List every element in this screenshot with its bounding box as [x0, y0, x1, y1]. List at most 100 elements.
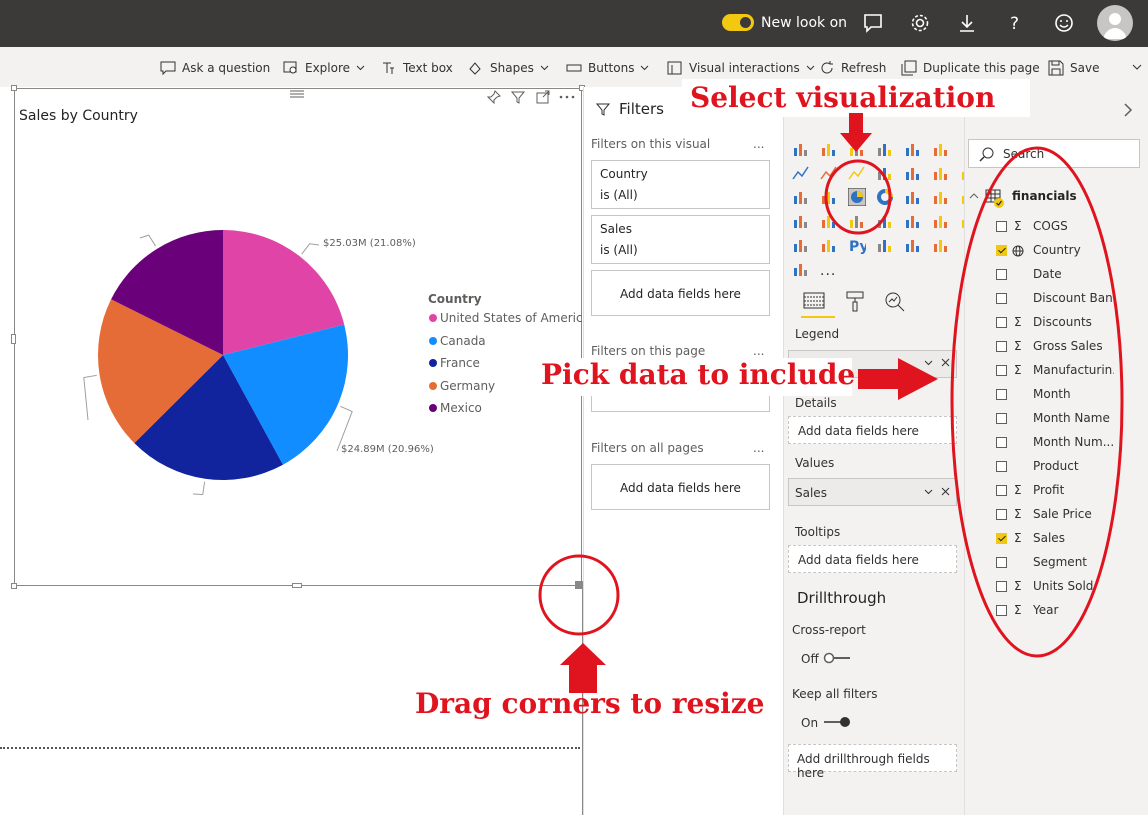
gear-icon[interactable] [909, 12, 931, 34]
visual-interactions-button[interactable]: Visual interactions [667, 60, 815, 76]
scatter-visual-icon[interactable] [820, 188, 838, 206]
field-checkbox[interactable] [996, 389, 1007, 400]
key-influencers-visual-icon[interactable] [876, 236, 894, 254]
field-item[interactable]: Segment [996, 555, 1114, 571]
field-item[interactable]: Σ COGS [996, 219, 1114, 235]
field-item[interactable]: Month Name [996, 411, 1114, 427]
details-well-drop[interactable]: Add data fields here [788, 416, 957, 444]
kpi-visual-icon[interactable] [904, 212, 922, 230]
map-visual-icon[interactable] [932, 188, 950, 206]
filters-visual-more[interactable]: ... [753, 137, 764, 151]
keep-filters-toggle[interactable] [821, 715, 853, 729]
tooltips-well-drop[interactable]: Add data fields here [788, 545, 957, 573]
close-icon[interactable] [941, 487, 950, 496]
new-look-toggle[interactable] [722, 14, 754, 31]
stacked-area-visual-icon[interactable] [848, 164, 866, 182]
field-checkbox[interactable] [996, 245, 1007, 256]
field-item[interactable]: Σ Units Sold [996, 579, 1114, 595]
pie-visual-icon[interactable] [848, 188, 866, 206]
field-checkbox[interactable] [996, 293, 1007, 304]
card-visual-icon[interactable] [848, 212, 866, 230]
avatar[interactable] [1097, 5, 1133, 41]
legend-item[interactable]: Germany [429, 379, 495, 393]
line-visual-icon[interactable] [792, 164, 810, 182]
table-name[interactable]: financials [1012, 189, 1077, 203]
field-checkbox[interactable] [996, 605, 1007, 616]
field-checkbox[interactable] [996, 533, 1007, 544]
add-all-pages-filter-field[interactable]: Add data fields here [591, 464, 770, 510]
globe-map-visual-icon[interactable] [792, 260, 810, 278]
refresh-button[interactable]: Refresh [819, 60, 886, 76]
fields-tab-icon[interactable] [803, 291, 825, 311]
field-item[interactable]: Date [996, 267, 1114, 283]
stacked-bar-visual-icon[interactable] [792, 140, 810, 158]
legend-item[interactable]: United States of America [429, 311, 590, 325]
field-item[interactable]: Σ Year [996, 603, 1114, 619]
ribbon-visual-icon[interactable] [932, 164, 950, 182]
help-icon[interactable]: ? [1004, 12, 1026, 34]
chevron-down-icon[interactable] [924, 360, 933, 366]
field-checkbox[interactable] [996, 317, 1007, 328]
chevron-up-icon[interactable] [969, 192, 979, 200]
field-item[interactable]: Σ Gross Sales [996, 339, 1114, 355]
line-column-visual-icon[interactable] [876, 164, 894, 182]
close-icon[interactable] [941, 358, 950, 367]
chevron-down-icon[interactable] [924, 489, 933, 495]
collapse-pane-chevron-icon[interactable] [1123, 103, 1133, 117]
slicer-visual-icon[interactable] [932, 212, 950, 230]
stacked-column-visual-icon[interactable] [820, 140, 838, 158]
100-column-visual-icon[interactable] [932, 140, 950, 158]
field-item[interactable]: Σ Discounts [996, 315, 1114, 331]
field-item[interactable]: Σ Profit [996, 483, 1114, 499]
field-item[interactable]: Month [996, 387, 1114, 403]
field-checkbox[interactable] [996, 485, 1007, 496]
matrix-visual-icon[interactable] [792, 236, 810, 254]
pie-chart[interactable] [0, 0, 583, 600]
field-item[interactable]: Month Num... [996, 435, 1114, 451]
field-checkbox[interactable] [996, 221, 1007, 232]
field-checkbox[interactable] [996, 461, 1007, 472]
add-visual-filter-field[interactable]: Add data fields here [591, 270, 770, 316]
legend-item[interactable]: Mexico [429, 401, 482, 415]
field-checkbox[interactable] [996, 557, 1007, 568]
download-icon[interactable] [956, 12, 978, 34]
multi-card-visual-icon[interactable] [876, 212, 894, 230]
field-item[interactable]: Σ Sale Price [996, 507, 1114, 523]
field-checkbox[interactable] [996, 581, 1007, 592]
r-visual-visual-icon[interactable] [820, 236, 838, 254]
area-visual-icon[interactable] [820, 164, 838, 182]
legend-item[interactable]: France [429, 356, 480, 370]
legend-item[interactable]: Canada [429, 334, 486, 348]
field-item[interactable]: Σ Sales [996, 531, 1114, 547]
comment-icon[interactable] [862, 12, 884, 34]
clustered-bar-visual-icon[interactable] [848, 140, 866, 158]
gauge-visual-icon[interactable] [820, 212, 838, 230]
field-checkbox[interactable] [996, 341, 1007, 352]
shape-map-visual-icon[interactable] [792, 212, 810, 230]
filter-card-country[interactable]: Country is (All) [591, 160, 770, 209]
fields-search-input[interactable]: Search [968, 139, 1140, 168]
field-checkbox[interactable] [996, 509, 1007, 520]
field-item[interactable]: Σ Manufacturin... [996, 363, 1114, 379]
field-checkbox[interactable] [996, 437, 1007, 448]
field-checkbox[interactable] [996, 365, 1007, 376]
field-checkbox[interactable] [996, 413, 1007, 424]
feedback-smiley-icon[interactable] [1053, 12, 1075, 34]
more-visuals-button[interactable]: ... [820, 263, 836, 279]
100-bar-visual-icon[interactable] [904, 140, 922, 158]
filters-page-more[interactable]: ... [753, 344, 764, 358]
python-visual-visual-icon[interactable]: Py [848, 236, 866, 254]
field-item[interactable]: Discount Band [996, 291, 1114, 307]
line-clustered-visual-icon[interactable] [904, 164, 922, 182]
field-item[interactable]: Product [996, 459, 1114, 475]
duplicate-page-button[interactable]: Duplicate this page [901, 60, 1040, 76]
filter-card-sales[interactable]: Sales is (All) [591, 215, 770, 264]
field-item[interactable]: Country [996, 243, 1114, 259]
format-paint-roller-icon[interactable] [846, 291, 864, 313]
donut-visual-icon[interactable] [876, 188, 894, 206]
save-button[interactable]: Save [1048, 60, 1099, 76]
treemap-visual-icon[interactable] [904, 188, 922, 206]
qa-visual-icon[interactable] [932, 236, 950, 254]
add-drillthrough-field[interactable]: Add drillthrough fields here [788, 744, 957, 780]
decomposition-tree-visual-icon[interactable] [904, 236, 922, 254]
